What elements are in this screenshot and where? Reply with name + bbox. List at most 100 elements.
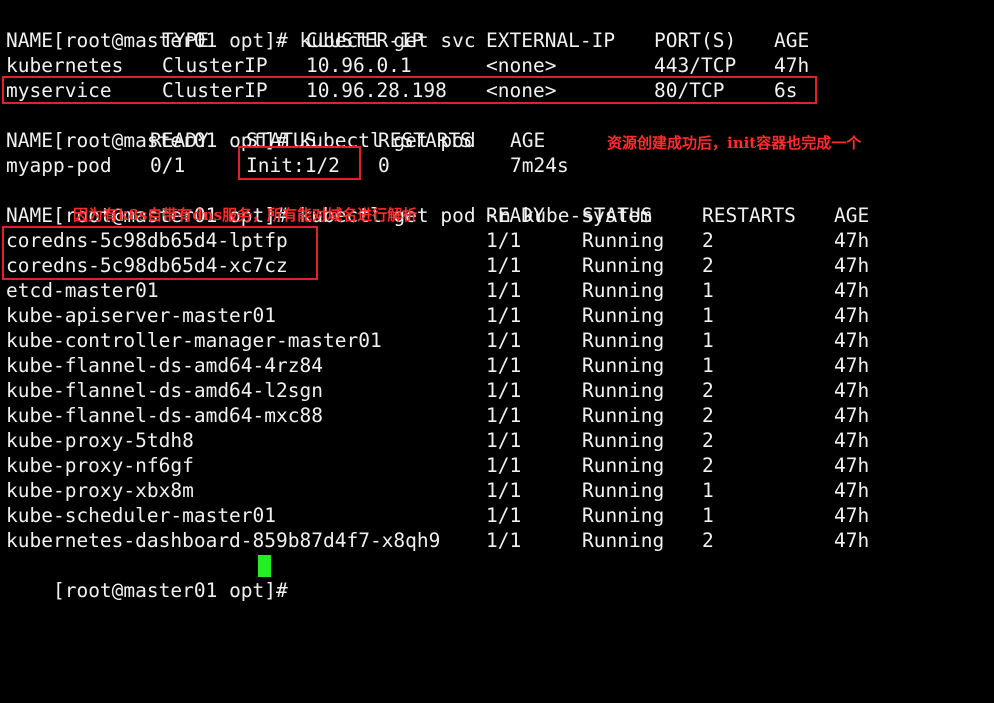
pod-age: 47h bbox=[834, 429, 870, 452]
pod-status: Running bbox=[582, 304, 665, 327]
pod-age: 47h bbox=[834, 329, 870, 352]
pod-ready: 1/1 bbox=[486, 279, 522, 302]
pod-restarts: 2 bbox=[702, 254, 714, 277]
pod-name: kube-flannel-ds-amd64-mxc88 bbox=[6, 404, 323, 427]
cluster-ip: 10.96.0.1 bbox=[306, 54, 412, 77]
table-row: kube-flannel-ds-amd64-l2sgn 1/1 Running … bbox=[6, 378, 869, 403]
pod-age: 47h bbox=[834, 479, 870, 502]
table-row: kube-proxy-5tdh8 1/1 Running 2 47h bbox=[6, 428, 869, 453]
pod-name: etcd-master01 bbox=[6, 279, 159, 302]
pod-age: 47h bbox=[834, 229, 870, 252]
annotation-init-complete: 资源创建成功后，init容器也完成一个 bbox=[607, 134, 862, 152]
pod-restarts: 0 bbox=[378, 154, 390, 177]
command-line: [root@master01 opt]# kubectl get svc bbox=[6, 3, 476, 52]
pod-restarts: 1 bbox=[702, 279, 714, 302]
pod-name: kube-flannel-ds-amd64-l2sgn bbox=[6, 379, 323, 402]
pod-name: kube-proxy-xbx8m bbox=[6, 479, 194, 502]
highlight-box-init-status bbox=[238, 146, 361, 180]
pod-restarts: 1 bbox=[702, 304, 714, 327]
pod-restarts: 2 bbox=[702, 379, 714, 402]
highlight-box-coredns bbox=[2, 226, 318, 280]
pod-restarts: 2 bbox=[702, 229, 714, 252]
pod-age: 47h bbox=[834, 279, 870, 302]
pod-status: Running bbox=[582, 329, 665, 352]
table-row: etcd-master01 1/1 Running 1 47h bbox=[6, 278, 869, 303]
table-row: kube-flannel-ds-amd64-4rz84 1/1 Running … bbox=[6, 353, 869, 378]
column-header: CLUSTER-IP bbox=[306, 29, 424, 52]
pod-ready: 1/1 bbox=[486, 404, 522, 427]
pod-status: Running bbox=[582, 379, 665, 402]
column-header: READY bbox=[150, 129, 209, 152]
pod-age: 47h bbox=[834, 354, 870, 377]
pod-restarts: 2 bbox=[702, 454, 714, 477]
command-line: [root@master01 opt]# kubectl get pod -n … bbox=[6, 178, 652, 227]
pod-restarts: 1 bbox=[702, 329, 714, 352]
table-row: kubernetes-dashboard-859b87d4f7-x8qh9 1/… bbox=[6, 528, 869, 553]
pod-restarts: 1 bbox=[702, 479, 714, 502]
pod-status: Running bbox=[582, 454, 665, 477]
pod-ready: 1/1 bbox=[486, 429, 522, 452]
pod-ready: 1/1 bbox=[486, 379, 522, 402]
pod-status: Running bbox=[582, 529, 665, 552]
service-name: kubernetes bbox=[6, 54, 124, 77]
pod-name: kube-proxy-5tdh8 bbox=[6, 429, 194, 452]
column-header: NAME bbox=[6, 129, 53, 152]
cursor-block bbox=[258, 555, 271, 577]
pod-status: Running bbox=[582, 279, 665, 302]
command-line: [root@master01 opt]# kubectl get pod bbox=[6, 103, 476, 152]
table-row: kube-proxy-nf6gf 1/1 Running 2 47h bbox=[6, 453, 869, 478]
column-header: PORT(S) bbox=[654, 29, 737, 52]
table-row: kubernetes ClusterIP 10.96.0.1 <none> 44… bbox=[6, 53, 809, 78]
pod-ready: 0/1 bbox=[150, 154, 186, 177]
input-prompt-line[interactable]: [root@master01 opt]# bbox=[6, 553, 300, 602]
pod-name: kube-controller-manager-master01 bbox=[6, 329, 382, 352]
pod-age: 47h bbox=[834, 529, 870, 552]
pod-age: 47h bbox=[834, 254, 870, 277]
pod-ready: 1/1 bbox=[486, 504, 522, 527]
shell-prompt: [root@master01 opt]# bbox=[52, 579, 300, 602]
pod-name: kube-flannel-ds-amd64-4rz84 bbox=[6, 354, 323, 377]
table-row: kube-flannel-ds-amd64-mxc88 1/1 Running … bbox=[6, 403, 869, 428]
column-header: RESTARTS bbox=[702, 204, 796, 227]
age: 47h bbox=[774, 54, 810, 77]
pod-restarts: 1 bbox=[702, 354, 714, 377]
pod-ready: 1/1 bbox=[486, 254, 522, 277]
annotation-dns-service: 因为有k8s自带有dns服务，所有能对域名进行解析 bbox=[73, 206, 418, 224]
pod-restarts: 2 bbox=[702, 529, 714, 552]
pod-status: Running bbox=[582, 354, 665, 377]
pod-ready: 1/1 bbox=[486, 354, 522, 377]
external-ip: <none> bbox=[486, 54, 557, 77]
column-header: NAME bbox=[6, 29, 53, 52]
pod-status: Running bbox=[582, 229, 665, 252]
pod-header-row: NAME READY STATUS RESTARTS AGE bbox=[6, 128, 545, 153]
pod-restarts: 2 bbox=[702, 429, 714, 452]
pod-age: 7m24s bbox=[510, 154, 569, 177]
system-header-row: NAME READY STATUS RESTARTS AGE bbox=[6, 203, 869, 228]
column-header: AGE bbox=[834, 204, 870, 227]
pod-status: Running bbox=[582, 479, 665, 502]
pod-name: kube-scheduler-master01 bbox=[6, 504, 277, 527]
column-header: AGE bbox=[774, 29, 810, 52]
terminal-window[interactable]: [root@master01 opt]# kubectl get svc NAM… bbox=[0, 0, 994, 602]
pod-status: Running bbox=[582, 254, 665, 277]
pod-age: 47h bbox=[834, 404, 870, 427]
column-header: TYPE bbox=[162, 29, 209, 52]
ports: 443/TCP bbox=[654, 54, 737, 77]
pod-status: Running bbox=[582, 429, 665, 452]
pod-ready: 1/1 bbox=[486, 454, 522, 477]
table-row: kube-proxy-xbx8m 1/1 Running 1 47h bbox=[6, 478, 869, 503]
pod-ready: 1/1 bbox=[486, 329, 522, 352]
column-header: RESTARTS bbox=[378, 129, 472, 152]
table-row: kube-apiserver-master01 1/1 Running 1 47… bbox=[6, 303, 869, 328]
pod-age: 47h bbox=[834, 304, 870, 327]
highlight-box-myservice bbox=[2, 76, 817, 104]
pod-restarts: 1 bbox=[702, 504, 714, 527]
pod-age: 47h bbox=[834, 504, 870, 527]
column-header: EXTERNAL-IP bbox=[486, 29, 616, 52]
column-header: READY bbox=[486, 204, 545, 227]
column-header: AGE bbox=[510, 129, 546, 152]
service-type: ClusterIP bbox=[162, 54, 268, 77]
table-row: myapp-pod 0/1 Init:1/2 0 7m24s bbox=[6, 153, 569, 178]
pod-status: Running bbox=[582, 504, 665, 527]
pod-ready: 1/1 bbox=[486, 529, 522, 552]
